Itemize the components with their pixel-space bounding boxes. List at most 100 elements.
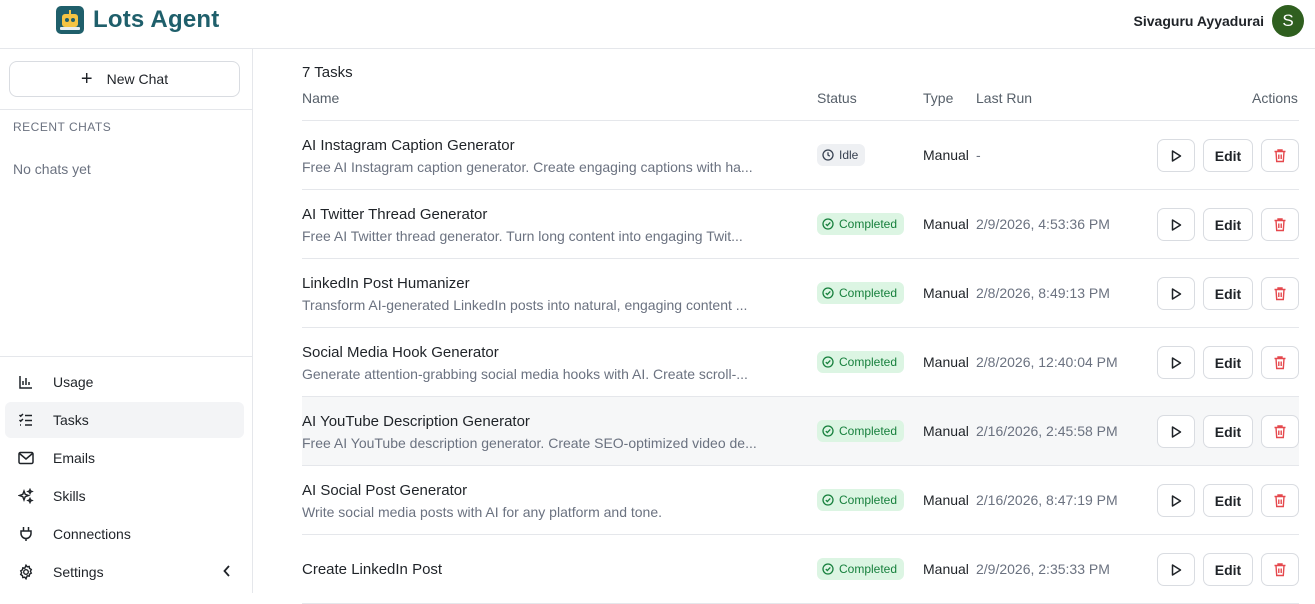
table-row[interactable]: AI YouTube Description Generator Free AI … [302, 397, 1299, 466]
task-type: Manual [923, 285, 969, 301]
task-list-icon [17, 411, 35, 429]
check-circle-icon [822, 356, 839, 368]
task-name[interactable]: AI Twitter Thread Generator [302, 206, 487, 223]
task-count: 7 Tasks [302, 64, 353, 81]
sidebar-item-tasks[interactable]: Tasks [5, 402, 244, 438]
sidebar-item-settings[interactable]: Settings [5, 554, 244, 590]
play-icon [1169, 494, 1183, 508]
column-header-type: Type [923, 90, 954, 106]
empty-chats-message: No chats yet [13, 161, 91, 177]
run-task-button[interactable] [1157, 139, 1195, 172]
table-row[interactable]: AI Social Post Generator Write social med… [302, 466, 1299, 535]
recent-chats-heading: RECENT CHATS [13, 120, 112, 134]
user-menu[interactable]: Sivaguru Ayyadurai S [1134, 5, 1304, 37]
sidebar-item-usage[interactable]: Usage [5, 364, 244, 400]
divider [0, 356, 252, 357]
status-label: Completed [839, 562, 898, 576]
new-chat-button[interactable]: + New Chat [9, 61, 240, 97]
table-row[interactable]: AI Instagram Caption Generator Free AI In… [302, 121, 1299, 190]
run-task-button[interactable] [1157, 208, 1195, 241]
task-type: Manual [923, 561, 969, 577]
table-row[interactable]: AI Twitter Thread Generator Free AI Twitt… [302, 190, 1299, 259]
table-row[interactable]: Create LinkedIn Post Completed Manual 2/9/2… [302, 535, 1299, 604]
status-badge: Completed [817, 558, 905, 580]
status-badge: Completed [817, 282, 905, 304]
task-last-run: 2/9/2026, 2:35:33 PM [976, 561, 1110, 577]
task-last-run: 2/16/2026, 8:47:19 PM [976, 492, 1118, 508]
edit-task-button[interactable]: Edit [1203, 139, 1253, 172]
sidebar-item-label: Usage [53, 374, 94, 390]
mail-icon [17, 449, 35, 467]
sidebar-item-label: Settings [53, 564, 104, 580]
task-name[interactable]: AI YouTube Description Generator [302, 413, 530, 430]
clock-icon [822, 149, 839, 161]
delete-task-button[interactable] [1261, 139, 1299, 172]
task-name[interactable]: Social Media Hook Generator [302, 344, 499, 361]
table-row[interactable]: LinkedIn Post Humanizer Transform AI-gene… [302, 259, 1299, 328]
task-name[interactable]: AI Social Post Generator [302, 482, 467, 499]
column-header-status: Status [817, 90, 857, 106]
sparkles-icon [17, 487, 35, 505]
play-icon [1169, 287, 1183, 301]
status-badge: Completed [817, 489, 905, 511]
task-name[interactable]: LinkedIn Post Humanizer [302, 275, 470, 292]
check-circle-icon [822, 563, 839, 575]
tasks-panel: 7 Tasks Name Status Type Last Run Action… [278, 49, 1315, 604]
delete-task-button[interactable] [1261, 415, 1299, 448]
table-row[interactable]: Social Media Hook Generator Generate atte… [302, 328, 1299, 397]
task-last-run: 2/16/2026, 2:45:58 PM [976, 423, 1118, 439]
column-header-last-run: Last Run [976, 90, 1033, 106]
run-task-button[interactable] [1157, 553, 1195, 586]
edit-task-button[interactable]: Edit [1203, 346, 1253, 379]
status-badge: Completed [817, 420, 905, 442]
task-type: Manual [923, 492, 969, 508]
task-description: Free AI YouTube description generator. C… [302, 435, 757, 451]
play-icon [1169, 149, 1183, 163]
sidebar-nav: Usage Tasks Emails Skills Connections Se… [5, 364, 244, 592]
edit-task-button[interactable]: Edit [1203, 415, 1253, 448]
sidebar-item-emails[interactable]: Emails [5, 440, 244, 476]
edit-task-button[interactable]: Edit [1203, 277, 1253, 310]
check-circle-icon [822, 425, 839, 437]
task-name[interactable]: Create LinkedIn Post [302, 561, 442, 578]
task-description: Generate attention-grabbing social media… [302, 366, 748, 382]
delete-task-button[interactable] [1261, 346, 1299, 379]
user-name: Sivaguru Ayyadurai [1133, 13, 1264, 29]
task-last-run: - [976, 147, 981, 163]
task-description: Transform AI-generated LinkedIn posts in… [302, 297, 748, 313]
run-task-button[interactable] [1157, 484, 1195, 517]
sidebar-item-skills[interactable]: Skills [5, 478, 244, 514]
app-name: Lots Agent [93, 6, 220, 33]
trash-icon [1273, 424, 1287, 439]
collapse-sidebar-icon[interactable] [222, 564, 232, 581]
edit-task-button[interactable]: Edit [1203, 553, 1253, 586]
trash-icon [1273, 148, 1287, 163]
check-circle-icon [822, 494, 839, 506]
trash-icon [1273, 355, 1287, 370]
status-badge: Idle [817, 144, 866, 166]
status-label: Completed [839, 355, 898, 369]
sidebar-item-connections[interactable]: Connections [5, 516, 244, 552]
plus-icon: + [80, 68, 93, 90]
run-task-button[interactable] [1157, 415, 1195, 448]
edit-task-button[interactable]: Edit [1203, 208, 1253, 241]
edit-task-button[interactable]: Edit [1203, 484, 1253, 517]
status-badge: Completed [817, 213, 905, 235]
app-logo[interactable]: Lots Agent [56, 6, 219, 34]
delete-task-button[interactable] [1261, 484, 1299, 517]
play-icon [1169, 356, 1183, 370]
status-label: Completed [839, 424, 898, 438]
status-badge: Completed [817, 351, 905, 373]
run-task-button[interactable] [1157, 277, 1195, 310]
task-last-run: 2/8/2026, 12:40:04 PM [976, 354, 1118, 370]
avatar[interactable]: S [1272, 5, 1304, 37]
delete-task-button[interactable] [1261, 208, 1299, 241]
delete-task-button[interactable] [1261, 277, 1299, 310]
play-icon [1169, 218, 1183, 232]
task-name[interactable]: AI Instagram Caption Generator [302, 137, 515, 154]
plug-icon [17, 525, 35, 543]
task-type: Manual [923, 423, 969, 439]
delete-task-button[interactable] [1261, 553, 1299, 586]
task-type: Manual [923, 147, 969, 163]
run-task-button[interactable] [1157, 346, 1195, 379]
